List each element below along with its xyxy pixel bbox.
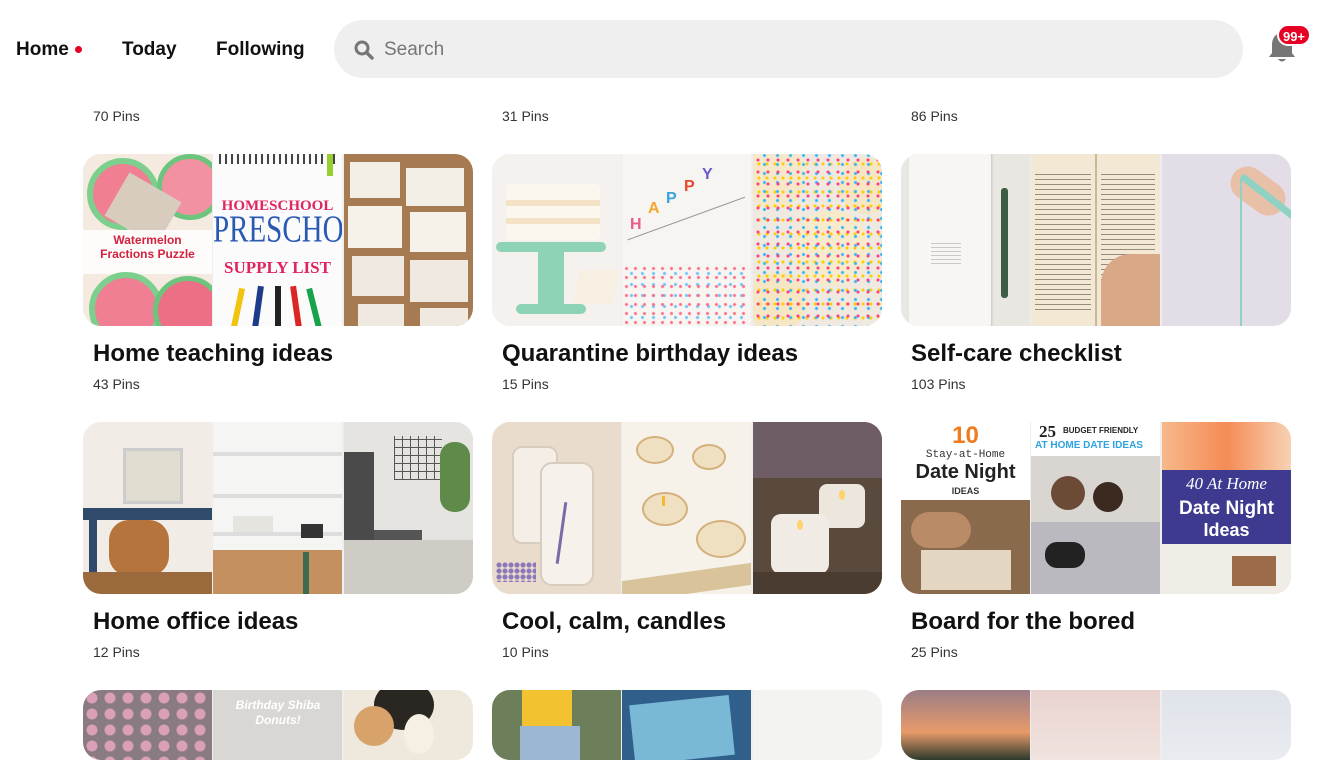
pin-image-partial bbox=[1031, 690, 1160, 760]
board-title[interactable]: Home office ideas bbox=[93, 608, 298, 636]
home-active-dot bbox=[75, 46, 82, 53]
pin-image-blue-desk bbox=[83, 422, 212, 594]
board-card[interactable]: Home office ideas 12 Pins bbox=[83, 422, 473, 672]
search-bar[interactable] bbox=[334, 20, 1243, 78]
pin-text: AT HOME DATE IDEAS bbox=[1035, 440, 1143, 451]
search-icon bbox=[354, 40, 374, 60]
nav-following[interactable]: Following bbox=[216, 38, 305, 62]
pin-image-sprinkle-cookies bbox=[753, 154, 882, 326]
board-card[interactable]: H A P P Y Quarantine birthday ideas 15 P… bbox=[492, 154, 882, 404]
pin-text: 25 bbox=[1039, 422, 1056, 441]
board-cover-collage[interactable]: Birthday Shiba Donuts! bbox=[83, 690, 473, 760]
nav-today[interactable]: Today bbox=[122, 38, 177, 62]
pin-text: PRESCHOOL bbox=[213, 209, 342, 251]
pin-image-watermelon-puzzle: Watermelon Fractions Puzzle bbox=[83, 154, 212, 326]
board-title[interactable]: Cool, calm, candles bbox=[502, 608, 726, 636]
nav-home[interactable]: Home bbox=[16, 38, 69, 62]
pin-text: Date Night bbox=[1179, 498, 1274, 519]
pin-text: Stay-at-Home bbox=[925, 449, 1006, 461]
board-cover-collage[interactable]: Watermelon Fractions Puzzle HOMESCHOOL P… bbox=[83, 154, 473, 326]
board-cover-collage[interactable] bbox=[83, 422, 473, 594]
top-navigation-bar: Home Today Following 99+ bbox=[0, 0, 1320, 98]
pin-image-partial bbox=[1162, 690, 1291, 760]
pin-image-open-journal bbox=[1031, 154, 1160, 326]
pin-image-seashell-candles bbox=[622, 422, 751, 594]
pin-image-partial bbox=[753, 690, 882, 760]
pin-image-grey-office bbox=[344, 422, 473, 594]
pin-text: BUDGET FRIENDLY bbox=[1063, 426, 1139, 435]
board-card[interactable] bbox=[492, 690, 882, 760]
pin-text: Date Night bbox=[915, 461, 1016, 483]
pin-image-budget-date-ideas: 25 BUDGET FRIENDLY AT HOME DATE IDEAS bbox=[1031, 422, 1160, 594]
board-cover-collage[interactable]: H A P P Y bbox=[492, 154, 882, 326]
pin-image-happy-birthday-banner: H A P P Y bbox=[622, 154, 751, 326]
pin-image-funfetti-cake bbox=[492, 154, 621, 326]
pin-image-shape-cards bbox=[344, 154, 473, 326]
pin-text: IDEAS bbox=[951, 486, 980, 496]
pin-text: Watermelon bbox=[113, 233, 182, 247]
pin-image-jar-candle-wood bbox=[753, 422, 882, 594]
pin-image-homeschool-supply-list: HOMESCHOOL PRESCHOOL SUPPLY LIST bbox=[213, 154, 342, 326]
pin-image-stay-at-home-date-night: 10 Stay-at-Home Date Night IDEAS bbox=[901, 422, 1030, 594]
board-pin-count: 12 Pins bbox=[93, 644, 140, 660]
pin-text: 40 At Home bbox=[1186, 474, 1267, 493]
board-pin-count: 70 Pins bbox=[93, 108, 140, 124]
board-card[interactable]: Watermelon Fractions Puzzle HOMESCHOOL P… bbox=[83, 154, 473, 404]
board-pin-count: 43 Pins bbox=[93, 376, 140, 392]
board-cover-collage[interactable] bbox=[901, 690, 1291, 760]
board-card[interactable]: Self-care checklist 103 Pins bbox=[901, 154, 1291, 404]
board-card[interactable]: Cool, calm, candles 10 Pins bbox=[492, 422, 882, 672]
pin-image-partial bbox=[344, 690, 473, 760]
board-cover-collage[interactable] bbox=[492, 690, 882, 760]
pin-image-40-date-night-ideas: 40 At Home Date Night Ideas bbox=[1162, 422, 1291, 594]
board-title[interactable]: Quarantine birthday ideas bbox=[502, 340, 798, 368]
board-pin-count: 103 Pins bbox=[911, 376, 966, 392]
pin-text: SUPPLY LIST bbox=[224, 258, 331, 277]
board-cover-collage[interactable] bbox=[492, 422, 882, 594]
board-card[interactable]: Birthday Shiba Donuts! bbox=[83, 690, 473, 760]
notification-count-badge: 99+ bbox=[1277, 24, 1311, 46]
pin-text: Fractions Puzzle bbox=[100, 247, 195, 261]
board-title[interactable]: Board for the bored bbox=[911, 608, 1135, 636]
board-card[interactable] bbox=[901, 690, 1291, 760]
board-pin-count: 15 Pins bbox=[502, 376, 549, 392]
pin-text: 10 bbox=[952, 422, 979, 449]
board-pin-count: 25 Pins bbox=[911, 644, 958, 660]
pin-image-partial bbox=[622, 690, 751, 760]
pin-image-lavender-jar-candles bbox=[492, 422, 621, 594]
board-title[interactable]: Self-care checklist bbox=[911, 340, 1122, 368]
board-cover-collage[interactable] bbox=[901, 154, 1291, 326]
board-title[interactable]: Home teaching ideas bbox=[93, 340, 333, 368]
pin-image-birthday-shiba-donuts: Birthday Shiba Donuts! bbox=[213, 690, 342, 760]
board-card[interactable]: 10 Stay-at-Home Date Night IDEAS 25 BUDG… bbox=[901, 422, 1291, 672]
pin-image-white-shelves bbox=[213, 422, 342, 594]
pin-image-partial bbox=[83, 690, 212, 760]
board-pin-count: 31 Pins bbox=[502, 108, 549, 124]
board-pin-count: 10 Pins bbox=[502, 644, 549, 660]
pin-image-notebook-pen bbox=[901, 154, 1030, 326]
pin-image-partial bbox=[901, 690, 1030, 760]
board-pin-count: 86 Pins bbox=[911, 108, 958, 124]
pin-image-hand-writing bbox=[1162, 154, 1291, 326]
pin-image-partial bbox=[492, 690, 621, 760]
board-cover-collage[interactable]: 10 Stay-at-Home Date Night IDEAS 25 BUDG… bbox=[901, 422, 1291, 594]
pin-text: Ideas bbox=[1203, 520, 1250, 540]
search-input[interactable] bbox=[382, 33, 1226, 67]
pin-text: Birthday Shiba Donuts! bbox=[235, 698, 321, 727]
